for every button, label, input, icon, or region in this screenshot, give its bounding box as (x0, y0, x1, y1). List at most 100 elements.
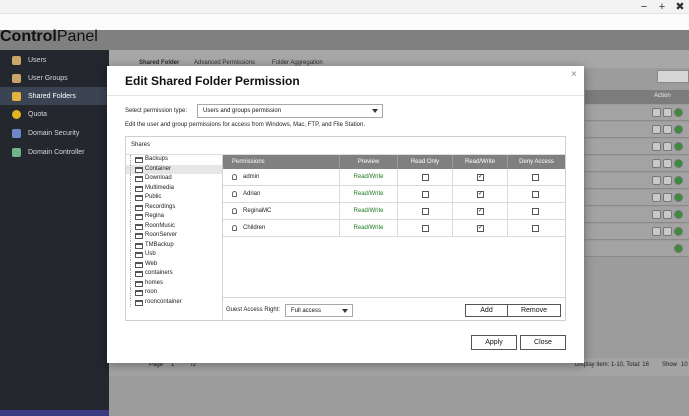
folder-item[interactable]: homes (126, 278, 222, 288)
table-row[interactable] (585, 173, 689, 189)
permission-type-select[interactable]: Users and groups permission (197, 104, 383, 118)
refresh-icon[interactable] (674, 142, 683, 151)
deny-access-checkbox[interactable] (532, 191, 539, 198)
folder-item[interactable]: containers (126, 269, 222, 279)
folder-item[interactable]: Multimedia (126, 183, 222, 193)
permission-icon[interactable] (663, 142, 672, 151)
close-button[interactable]: Close (520, 335, 566, 350)
sidebar-item-user-groups[interactable]: User Groups (0, 69, 109, 87)
domain-security-icon (12, 128, 21, 138)
sidebar-item-domain-security[interactable]: Domain Security (0, 124, 109, 142)
folder-icon (135, 195, 143, 201)
refresh-icon[interactable] (674, 210, 683, 219)
folder-item[interactable]: roon (126, 288, 222, 298)
read-only-checkbox[interactable] (422, 225, 429, 232)
remove-button[interactable]: Remove (507, 304, 561, 317)
table-row[interactable] (585, 207, 689, 223)
folder-item[interactable]: Regina (126, 212, 222, 222)
edit-icon[interactable] (652, 108, 661, 117)
deny-access-checkbox[interactable] (532, 225, 539, 232)
permission-icon[interactable] (663, 108, 672, 117)
folder-item[interactable]: Download (126, 174, 222, 184)
read-write-checkbox[interactable]: ✓ (477, 208, 484, 215)
permission-row[interactable]: admin Read/Write ✓ (223, 169, 565, 186)
edit-icon[interactable] (652, 227, 661, 236)
folder-item[interactable]: Public (126, 193, 222, 203)
read-only-checkbox[interactable] (422, 191, 429, 198)
refresh-icon[interactable] (674, 125, 683, 134)
table-row[interactable] (585, 122, 689, 138)
folder-item[interactable]: Usb (126, 250, 222, 260)
read-write-checkbox[interactable]: ✓ (477, 174, 484, 181)
folder-item[interactable]: Backups (126, 155, 222, 165)
deny-access-checkbox[interactable] (532, 174, 539, 181)
sidebar: Users User Groups Shared Folders Quota D… (0, 50, 109, 416)
read-write-checkbox[interactable]: ✓ (477, 191, 484, 198)
column-read-only[interactable]: Read Only (398, 155, 453, 169)
folder-item[interactable]: rooncontainer (126, 297, 222, 307)
sidebar-item-users[interactable]: Users (0, 51, 109, 69)
table-row[interactable] (585, 105, 689, 121)
refresh-icon[interactable] (674, 244, 683, 253)
read-only-checkbox[interactable] (422, 174, 429, 181)
column-preview[interactable]: Preview (340, 155, 398, 169)
minimize-button[interactable]: − (637, 0, 651, 14)
permission-row[interactable]: ReginaMC Read/Write ✓ (223, 203, 565, 220)
folder-item[interactable]: Web (126, 259, 222, 269)
refresh-icon[interactable] (674, 108, 683, 117)
sidebar-item-shared-folders[interactable]: Shared Folders (0, 87, 109, 105)
close-window-button[interactable]: ✖ (673, 0, 687, 14)
edit-icon[interactable] (652, 159, 661, 168)
apply-button[interactable]: Apply (471, 335, 517, 350)
edit-icon[interactable] (652, 142, 661, 151)
folder-item[interactable]: Recordings (126, 202, 222, 212)
user-name: ReginaMC (243, 203, 340, 219)
table-row[interactable] (585, 190, 689, 206)
guest-access-select[interactable]: Full access (285, 304, 353, 317)
edit-icon[interactable] (652, 176, 661, 185)
maximize-button[interactable]: + (655, 0, 669, 14)
sidebar-item-quota[interactable]: Quota (0, 105, 109, 123)
app-title: ControlPanel (0, 28, 98, 45)
user-icon (232, 174, 237, 180)
edit-icon[interactable] (652, 210, 661, 219)
close-icon[interactable]: × (571, 69, 577, 80)
refresh-icon[interactable] (674, 159, 683, 168)
permission-icon[interactable] (663, 210, 672, 219)
table-row[interactable] (585, 241, 689, 257)
table-row[interactable] (585, 139, 689, 155)
permission-row[interactable]: Adrian Read/Write ✓ (223, 186, 565, 203)
preview-value: Read/Write (340, 169, 398, 185)
folder-icon (135, 280, 143, 287)
edit-icon[interactable] (652, 125, 661, 134)
folder-item[interactable]: RoonServer (126, 231, 222, 241)
refresh-icon[interactable] (674, 176, 683, 185)
show-count-select[interactable]: 10 (681, 362, 688, 368)
permission-icon[interactable] (663, 193, 672, 202)
permission-icon[interactable] (663, 125, 672, 134)
folder-icon (135, 290, 143, 296)
read-only-checkbox[interactable] (422, 208, 429, 215)
folder-item[interactable]: RoonMusic (126, 221, 222, 231)
refresh-icon[interactable] (674, 193, 683, 202)
column-permissions[interactable]: Permissions (223, 155, 340, 169)
edit-icon[interactable] (652, 193, 661, 202)
refresh-icon[interactable] (674, 227, 683, 236)
table-row[interactable] (585, 224, 689, 240)
user-icon (12, 55, 21, 65)
folder-item-selected[interactable]: Container (126, 164, 222, 174)
column-read-write[interactable]: Read/Write (453, 155, 508, 169)
table-row[interactable] (585, 156, 689, 172)
folder-item[interactable]: TMBackup (126, 240, 222, 250)
read-write-checkbox[interactable]: ✓ (477, 225, 484, 232)
column-deny-access[interactable]: Deny Access (508, 155, 565, 169)
permission-icon[interactable] (663, 159, 672, 168)
permission-icon[interactable] (663, 176, 672, 185)
sidebar-item-domain-controller[interactable]: Domain Controller (0, 143, 109, 161)
deny-access-checkbox[interactable] (532, 208, 539, 215)
search-input[interactable] (657, 70, 689, 83)
grid-header: Permissions Preview Read Only Read/Write… (223, 155, 565, 169)
permission-icon[interactable] (663, 227, 672, 236)
add-button[interactable]: Add (465, 304, 508, 317)
permission-row[interactable]: Children Read/Write ✓ (223, 220, 565, 237)
